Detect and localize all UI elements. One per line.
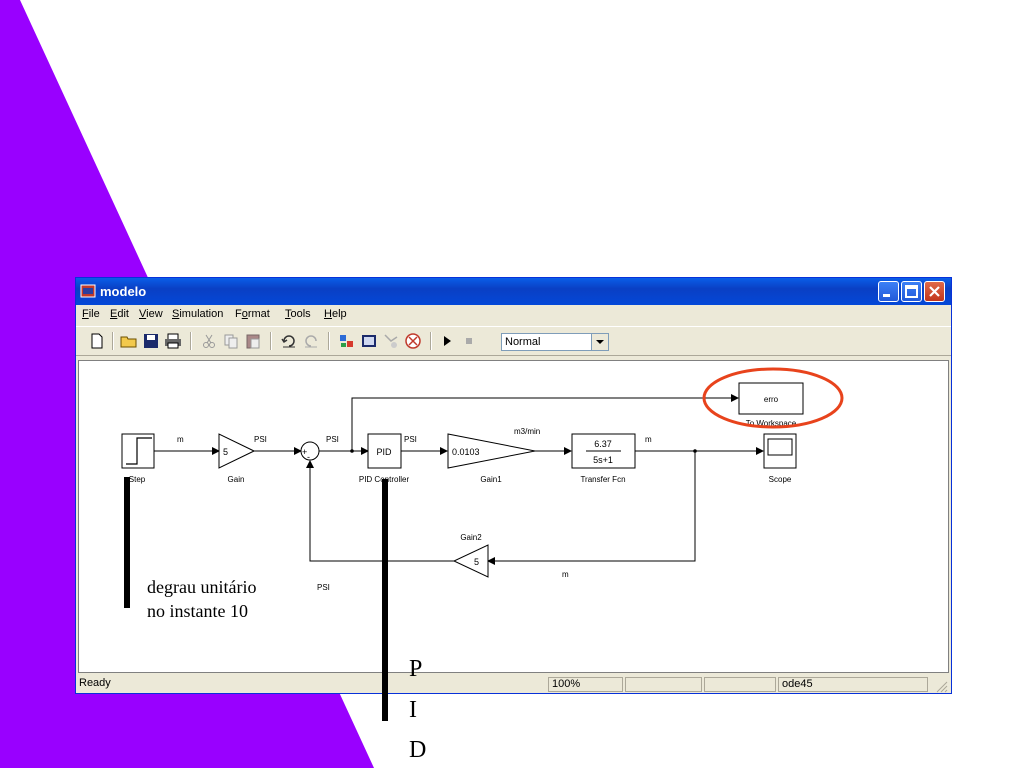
menu-format-rest: rmat	[247, 308, 270, 320]
menu-file-rest: ile	[88, 308, 100, 320]
simulation-mode-select[interactable]: Normal	[501, 333, 609, 351]
status-empty-2	[704, 677, 776, 692]
step-pointer-bar	[124, 477, 130, 608]
status-bar: Ready 100% ode45	[76, 676, 951, 693]
toolbar-separator	[270, 332, 272, 350]
gain2-label: Gain2	[460, 533, 482, 542]
build-icon[interactable]	[404, 332, 422, 350]
maximize-icon	[905, 285, 918, 298]
gain-value: 5	[223, 447, 228, 457]
gain-label: Gain	[228, 475, 245, 484]
menu-format-prefix: F	[235, 308, 242, 320]
signal-label-m1: m	[177, 435, 184, 444]
gain2-block[interactable]	[452, 544, 489, 578]
open-icon[interactable]	[120, 332, 138, 350]
minimize-icon	[883, 294, 890, 297]
simulation-mode-value: Normal	[505, 336, 541, 348]
print-icon[interactable]	[164, 332, 182, 350]
toolbar-separator	[190, 332, 192, 350]
tf-label: Transfer Fcn	[580, 475, 625, 484]
model-canvas[interactable]: Step m 5 Gain PSI + - PSI PID PID Contro…	[78, 360, 949, 673]
signal-label-psi2: PSI	[326, 435, 339, 444]
menu-edit[interactable]: Edit	[110, 308, 129, 320]
pid-letter-i: I	[409, 697, 417, 723]
signal-label-m-feedback: m	[562, 570, 569, 579]
signal-label-psi1: PSI	[254, 435, 267, 444]
status-solver: ode45	[778, 677, 928, 692]
menu-format[interactable]: Format	[235, 308, 270, 320]
signal-label-m3min: m3/min	[514, 427, 540, 436]
menu-view-rest: iew	[146, 308, 163, 320]
toolbar: Normal	[76, 326, 951, 356]
to-workspace-value: erro	[764, 395, 779, 404]
tf-numerator: 6.37	[594, 439, 612, 449]
menu-help-mnemonic: H	[324, 308, 332, 320]
minimize-button[interactable]	[878, 281, 899, 302]
pid-letter-p: P	[409, 656, 423, 682]
status-zoom: 100%	[548, 677, 623, 692]
step-block[interactable]	[121, 433, 155, 469]
model-explorer-icon[interactable]	[360, 332, 378, 350]
menu-file-mnemonic: F	[82, 308, 89, 320]
toolbar-separator	[112, 332, 114, 350]
sum-minus-sign: -	[307, 452, 310, 462]
menu-view[interactable]: View	[139, 308, 163, 320]
debugger-icon[interactable]	[382, 332, 400, 350]
signal-label-psi-feedback: PSI	[317, 583, 330, 592]
tf-denominator: 5s+1	[593, 455, 613, 465]
menu-file[interactable]: File	[82, 308, 100, 320]
start-simulation-icon[interactable]	[438, 332, 456, 350]
close-icon	[929, 286, 940, 297]
redo-icon[interactable]	[302, 332, 320, 350]
resize-grip-icon[interactable]	[934, 679, 948, 693]
gain2-value: 5	[474, 557, 479, 567]
menu-tools[interactable]: Tools	[285, 308, 311, 320]
simulink-app-icon	[80, 284, 96, 298]
new-icon[interactable]	[88, 332, 106, 350]
save-icon[interactable]	[142, 332, 160, 350]
cut-icon[interactable]	[200, 332, 218, 350]
scope-block[interactable]	[763, 433, 797, 469]
simulink-window: modelo File Edit View Simulation Format …	[75, 277, 952, 694]
menu-simulation-rest: imulation	[179, 308, 224, 320]
menu-edit-rest: dit	[117, 308, 129, 320]
menu-help-rest: elp	[331, 308, 347, 320]
status-empty-1	[625, 677, 702, 692]
pid-letter-d: D	[409, 737, 427, 763]
title-bar[interactable]: modelo	[76, 278, 951, 305]
window-title: modelo	[100, 284, 147, 299]
step-label: Step	[129, 475, 146, 484]
menu-bar: File Edit View Simulation Format Tools H…	[76, 305, 951, 324]
signal-label-m2: m	[645, 435, 652, 444]
paste-icon[interactable]	[244, 332, 262, 350]
simulation-mode-dropdown-button[interactable]	[591, 334, 608, 350]
toolbar-separator	[328, 332, 330, 350]
status-text: Ready	[79, 677, 111, 689]
pid-value: PID	[376, 447, 392, 457]
gain1-label: Gain1	[480, 475, 502, 484]
chevron-down-icon	[596, 340, 604, 344]
maximize-button[interactable]	[901, 281, 922, 302]
pid-pointer-bar	[382, 479, 388, 721]
scope-label: Scope	[769, 475, 792, 484]
close-button[interactable]	[924, 281, 945, 302]
step-note-line2: no instante 10	[147, 601, 248, 621]
stop-simulation-icon[interactable]	[460, 332, 478, 350]
menu-simulation[interactable]: Simulation	[172, 308, 223, 320]
menu-help[interactable]: Help	[324, 308, 347, 320]
step-note-line1: degrau unitário	[147, 577, 257, 597]
library-browser-icon[interactable]	[338, 332, 356, 350]
gain1-value: 0.0103	[452, 447, 480, 457]
menu-tools-rest: ools	[290, 308, 311, 320]
undo-icon[interactable]	[280, 332, 298, 350]
toolbar-separator	[430, 332, 432, 350]
block-diagram: Step m 5 Gain PSI + - PSI PID PID Contro…	[121, 367, 844, 592]
copy-icon[interactable]	[222, 332, 240, 350]
signal-label-psi3: PSI	[404, 435, 417, 444]
